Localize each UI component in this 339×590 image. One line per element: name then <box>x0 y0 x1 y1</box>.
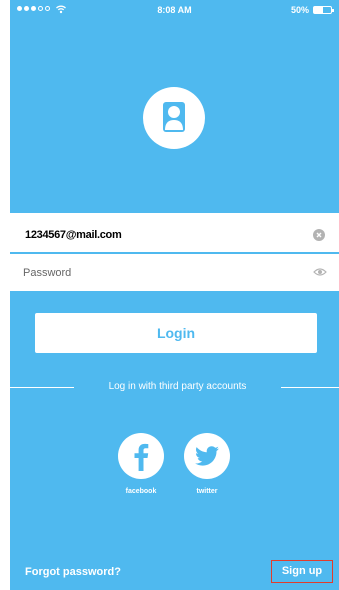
login-screen: 8:08 AM 50% 1234567@mail.com Login Log i… <box>10 0 339 590</box>
twitter-icon <box>195 446 219 466</box>
show-password-eye-icon[interactable] <box>313 267 327 277</box>
credentials-panel: 1234567@mail.com <box>10 213 339 291</box>
divider-line-right <box>281 387 339 388</box>
email-field-row: 1234567@mail.com <box>10 217 339 255</box>
email-field[interactable]: 1234567@mail.com <box>25 229 122 241</box>
status-time: 8:08 AM <box>157 5 192 15</box>
battery-percent: 50% <box>290 5 309 15</box>
twitter-label: twitter <box>196 488 218 495</box>
divider-line-left <box>10 387 74 388</box>
battery-icon <box>313 6 334 14</box>
status-bar: 8:08 AM 50% <box>10 0 339 20</box>
user-avatar-icon <box>143 87 205 149</box>
login-button[interactable]: Login <box>35 313 317 353</box>
facebook-login-button[interactable] <box>118 433 164 479</box>
password-field-row <box>10 252 339 290</box>
sign-up-button[interactable]: Sign up <box>271 560 333 583</box>
clear-email-icon[interactable] <box>313 229 325 241</box>
twitter-login-button[interactable] <box>184 433 230 479</box>
facebook-icon <box>134 443 149 471</box>
third-party-divider-text: Log in with third party accounts <box>108 381 247 392</box>
facebook-label: facebook <box>125 488 157 495</box>
password-field[interactable] <box>23 262 283 284</box>
forgot-password-link[interactable]: Forgot password? <box>25 566 121 578</box>
